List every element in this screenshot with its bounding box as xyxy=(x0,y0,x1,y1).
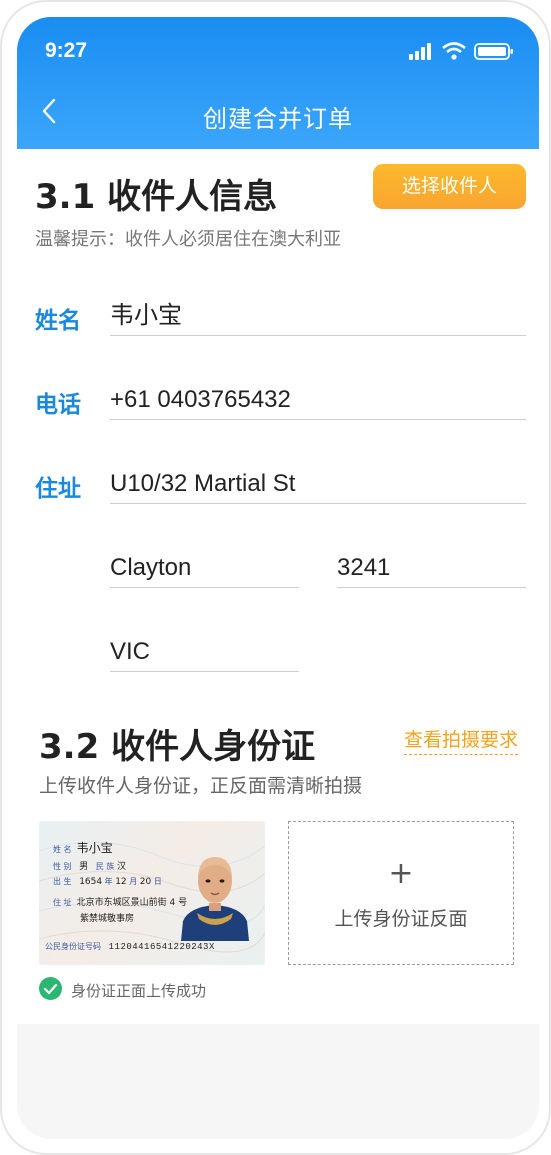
id-card-front-image[interactable]: 姓 名 韦小宝 性 别 男 民 族 汉 出 生 1654 年 12 月 20 日… xyxy=(39,821,265,965)
app-screen: 9:27 创建合并订单 3.1 收件人信息 选择收件人 温馨提示：收件人必须居住… xyxy=(17,17,539,1139)
bottom-panel xyxy=(17,1024,539,1139)
name-label: 姓名 xyxy=(35,308,81,334)
select-recipient-button[interactable]: 选择收件人 xyxy=(373,164,526,209)
app-header: 9:27 创建合并订单 xyxy=(17,17,539,149)
signal-wifi-battery-icon xyxy=(409,42,513,60)
phone-field[interactable]: +61 0403765432 xyxy=(110,384,526,420)
id-day-unit: 日 xyxy=(153,877,162,886)
status-icons xyxy=(409,41,519,61)
address-label: 住址 xyxy=(35,476,81,502)
id-month-unit: 月 xyxy=(129,877,138,886)
id-address-line1: 北京市东城区景山前街 4 号 xyxy=(76,898,188,908)
id-section-title: 3.2 收件人身份证 xyxy=(39,727,316,767)
id-number-value: 11204416541220243X xyxy=(108,942,215,952)
id-address-line2: 紫禁城敬事房 xyxy=(80,914,135,924)
photo-requirements-link[interactable]: 查看拍摄要求 xyxy=(404,725,519,755)
id-number-label: 公民身份证号码 xyxy=(45,942,101,951)
plus-icon: + xyxy=(388,856,414,891)
check-circle-icon xyxy=(39,977,62,1000)
id-name-value: 韦小宝 xyxy=(76,841,113,855)
id-ethnicity-value: 汉 xyxy=(116,862,126,872)
id-birth-day: 20 xyxy=(139,877,152,887)
id-year-unit: 年 xyxy=(104,877,113,886)
phone-frame: 9:27 创建合并订单 3.1 收件人信息 选择收件人 温馨提示：收件人必须居住… xyxy=(0,0,551,1155)
id-name-label: 姓 名 xyxy=(53,845,72,854)
id-birth-label: 出 生 xyxy=(53,877,72,886)
id-ethnicity-label: 民 族 xyxy=(95,862,115,871)
status-time: 9:27 xyxy=(45,39,88,62)
state-field[interactable]: VIC xyxy=(110,636,299,672)
upload-id-back-button[interactable]: + 上传身份证反面 xyxy=(288,821,514,965)
id-upload-hint: 上传收件人身份证，正反面需清晰拍摄 xyxy=(39,775,363,797)
page-title: 创建合并订单 xyxy=(203,105,353,133)
recipient-section-title: 3.1 收件人信息 xyxy=(35,177,278,217)
name-field[interactable]: 韦小宝 xyxy=(110,300,526,336)
id-birth-year: 1654 xyxy=(79,877,103,887)
address-line-field[interactable]: U10/32 Martial St xyxy=(110,468,526,504)
id-gender-label: 性 别 xyxy=(53,862,72,871)
phone-label: 电话 xyxy=(35,392,81,418)
id-gender-value: 男 xyxy=(79,862,89,872)
upload-success-text: 身份证正面上传成功 xyxy=(71,982,207,1000)
postcode-field[interactable]: 3241 xyxy=(337,552,526,588)
id-portrait-photo xyxy=(175,833,255,941)
id-birth-month: 12 xyxy=(115,877,127,887)
recipient-hint: 温馨提示：收件人必须居住在澳大利亚 xyxy=(35,229,341,250)
upload-id-back-label: 上传身份证反面 xyxy=(334,908,468,930)
suburb-field[interactable]: Clayton xyxy=(110,552,299,588)
id-address-label: 住 址 xyxy=(53,898,72,907)
